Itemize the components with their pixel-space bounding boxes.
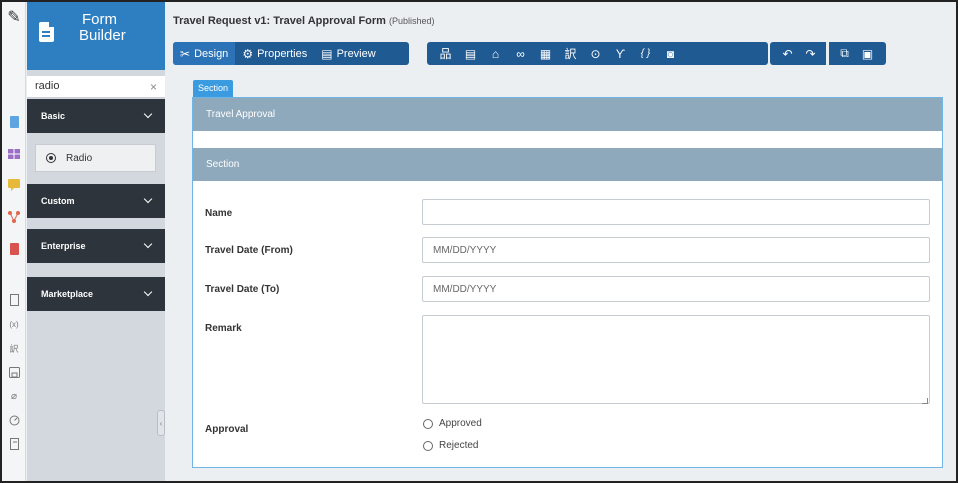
page-title: Travel Request v1: Travel Approval Form …: [173, 15, 435, 27]
table-icon[interactable]: ▦: [533, 42, 558, 65]
gear-icon: ⚙: [242, 46, 254, 61]
left-rail: ✎ (x) 訳 ⌀: [2, 2, 26, 481]
radio-icon: [423, 440, 433, 451]
remark-textarea[interactable]: [422, 315, 930, 404]
item-label: Radio: [66, 152, 93, 164]
tab-design[interactable]: ✂ Design: [173, 42, 236, 65]
brand-title-line2: Builder: [79, 27, 126, 44]
category-custom[interactable]: Custom: [27, 184, 165, 218]
translate-icon[interactable]: 訳: [558, 42, 583, 65]
brand-header: Form Builder: [27, 2, 165, 70]
glasses-icon[interactable]: ∞: [508, 42, 533, 65]
pdf-icon[interactable]: [8, 243, 20, 255]
toolbar-divider: [826, 42, 829, 65]
name-field[interactable]: [422, 199, 930, 225]
document-icon[interactable]: [8, 116, 20, 128]
search-input[interactable]: [27, 76, 137, 96]
grid-icon[interactable]: [8, 148, 20, 160]
publish-status: (Published): [389, 16, 435, 26]
radio-icon: [423, 418, 433, 429]
hierarchy-icon[interactable]: 品: [433, 42, 458, 65]
remark-label: Remark: [205, 323, 242, 334]
category-label: Enterprise: [41, 241, 86, 251]
name-label: Name: [205, 208, 233, 219]
category-marketplace[interactable]: Marketplace: [27, 277, 165, 311]
category-enterprise[interactable]: Enterprise: [27, 229, 165, 263]
translate-icon[interactable]: 訳: [8, 342, 20, 354]
category-basic[interactable]: Basic: [27, 99, 165, 133]
edit-icon[interactable]: ✎: [6, 8, 22, 26]
brand-title-line1: Form: [82, 11, 117, 28]
design-icon: ✂: [180, 46, 191, 61]
tab-label: Design: [194, 47, 229, 60]
section-header-bar: Section: [193, 148, 942, 181]
variable-icon[interactable]: (x): [8, 318, 20, 330]
form-icon[interactable]: ▤: [458, 42, 483, 65]
travel-date-from-label: Travel Date (From): [205, 245, 293, 256]
preview-icon: ▤: [321, 46, 333, 61]
braces-icon[interactable]: { }: [633, 42, 658, 65]
copy-icon[interactable]: ⧉: [833, 42, 856, 65]
comment-icon[interactable]: [8, 179, 20, 191]
page-icon[interactable]: [8, 294, 20, 306]
chevron-down-icon: [143, 109, 153, 119]
travel-date-from-field[interactable]: [422, 237, 930, 263]
radio-icon: [46, 153, 56, 163]
view-tabs: ✂ Design ⚙ Properties ▤ Preview: [173, 42, 409, 65]
edit-toolbar: ↶ ↷ ⧉ ▣: [770, 42, 886, 65]
form-header-bar: Travel Approval: [193, 98, 942, 131]
tab-label: Preview: [336, 47, 376, 60]
component-sidebar: Form Builder × Basic Radio Custom Enterp…: [27, 2, 165, 481]
flow-icon[interactable]: [8, 211, 20, 223]
chevron-down-icon: [143, 287, 153, 297]
travel-date-to-label: Travel Date (To): [205, 284, 280, 295]
section-tag[interactable]: Section: [193, 80, 234, 97]
radio-label: Rejected: [439, 440, 479, 451]
chevron-down-icon: [143, 194, 153, 204]
category-label: Custom: [41, 196, 75, 206]
redo-icon[interactable]: ↷: [799, 42, 822, 65]
category-label: Basic: [41, 111, 66, 121]
tab-preview[interactable]: ▤ Preview: [314, 42, 382, 65]
tab-properties[interactable]: ⚙ Properties: [235, 42, 314, 65]
designer-toolbar: 品 ▤ ⌂ ∞ ▦ 訳 ⊙ Ƴ { } ◙: [427, 42, 768, 65]
form-section[interactable]: Travel Approval Section Name Travel Date…: [192, 97, 943, 468]
category-label: Marketplace: [41, 289, 94, 299]
rejected-radio[interactable]: Rejected: [423, 440, 478, 451]
save-icon[interactable]: [8, 366, 20, 378]
approved-radio[interactable]: Approved: [423, 418, 482, 429]
camera-icon[interactable]: ◙: [658, 42, 683, 65]
lock-icon[interactable]: ⌂: [483, 42, 508, 65]
sidebar-collapse-handle[interactable]: ‹: [157, 410, 165, 436]
gauge-icon[interactable]: [8, 414, 20, 426]
component-search: ×: [27, 76, 165, 98]
tab-label: Properties: [257, 47, 308, 60]
travel-date-to-field[interactable]: [422, 276, 930, 302]
note-icon[interactable]: [8, 438, 20, 450]
plug-icon[interactable]: ⌀: [8, 390, 20, 402]
undo-icon[interactable]: ↶: [776, 42, 799, 65]
approval-label: Approval: [205, 424, 249, 435]
form-builder-logo-icon: [39, 22, 54, 42]
help-icon[interactable]: ⊙: [583, 42, 608, 65]
paste-icon[interactable]: ▣: [856, 42, 879, 65]
chevron-down-icon: [143, 239, 153, 249]
branch-icon[interactable]: Ƴ: [608, 42, 633, 65]
clear-search-icon[interactable]: ×: [150, 80, 157, 94]
radio-component-item[interactable]: Radio: [35, 144, 156, 172]
radio-label: Approved: [439, 418, 482, 429]
form-title: Travel Request v1: Travel Approval Form: [173, 15, 386, 27]
app-window: ✎ (x) 訳 ⌀ Form Builder × Basic Radio Cus…: [0, 0, 958, 483]
textarea-resize-handle[interactable]: [922, 398, 928, 404]
